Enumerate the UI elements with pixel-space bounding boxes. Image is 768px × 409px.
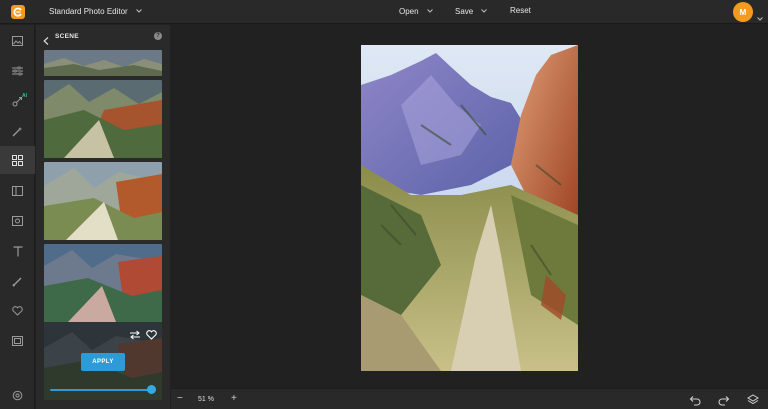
scene-preset-thumbnail[interactable] — [44, 162, 162, 240]
scene-preset-thumbnail[interactable] — [44, 50, 162, 76]
help-icon[interactable]: ? — [154, 32, 162, 40]
reset-button[interactable]: Reset — [510, 6, 531, 15]
redo-icon[interactable] — [718, 393, 731, 409]
ai-badge: AI — [22, 93, 27, 99]
canvas-area — [171, 25, 768, 388]
settings-icon[interactable] — [0, 381, 35, 409]
zoom-level[interactable]: 51 % — [198, 396, 214, 403]
image-icon[interactable] — [0, 27, 35, 55]
text-icon[interactable] — [0, 237, 35, 265]
save-menu-label: Save — [455, 7, 474, 16]
panel-title: SCENE — [55, 33, 79, 40]
compare-icon[interactable] — [129, 327, 141, 345]
open-menu-label: Open — [399, 7, 419, 16]
zoom-in-button[interactable]: + — [231, 393, 237, 404]
editor-mode-dropdown[interactable]: Standard Photo Editor — [49, 6, 142, 16]
chevron-down-icon — [136, 6, 142, 15]
layers-icon[interactable] — [747, 393, 759, 409]
effects-grid-icon[interactable] — [0, 146, 35, 174]
undo-icon[interactable] — [688, 393, 701, 409]
edited-photo[interactable] — [361, 45, 578, 371]
chevron-down-icon[interactable] — [757, 8, 763, 26]
scene-preset-thumbnail[interactable] — [44, 80, 162, 158]
intensity-slider-handle[interactable] — [147, 385, 156, 394]
save-menu[interactable]: Save — [455, 6, 488, 16]
panel-header: SCENE ? — [36, 25, 170, 47]
apply-button[interactable]: APPLY — [81, 353, 125, 371]
frame-icon[interactable] — [0, 207, 35, 235]
tool-rail: AI — [0, 25, 35, 409]
intensity-slider-track[interactable] — [50, 389, 151, 391]
back-arrow-icon[interactable] — [43, 32, 49, 50]
editor-mode-label: Standard Photo Editor — [49, 7, 128, 16]
open-menu[interactable]: Open — [399, 6, 433, 16]
ai-effects-icon[interactable]: AI — [0, 87, 35, 115]
bottom-bar: − 51 % + — [171, 388, 768, 409]
scene-preset-thumbnail[interactable] — [44, 244, 162, 322]
magic-wand-icon[interactable] — [0, 117, 35, 145]
favorites-heart-icon[interactable] — [0, 297, 35, 325]
top-bar: Standard Photo Editor Open Save Reset M — [0, 0, 768, 24]
layout-icon[interactable] — [0, 177, 35, 205]
chevron-down-icon — [426, 6, 433, 15]
favorite-heart-icon[interactable] — [146, 327, 157, 345]
chevron-down-icon — [481, 6, 488, 15]
brush-icon[interactable] — [0, 267, 35, 295]
zoom-out-button[interactable]: − — [177, 393, 183, 404]
adjustments-icon[interactable] — [0, 57, 35, 85]
user-avatar[interactable]: M — [733, 2, 753, 22]
app-logo-icon[interactable] — [11, 5, 25, 19]
texture-icon[interactable] — [0, 327, 35, 355]
scene-effects-panel: SCENE ? APPLY — [36, 25, 170, 409]
